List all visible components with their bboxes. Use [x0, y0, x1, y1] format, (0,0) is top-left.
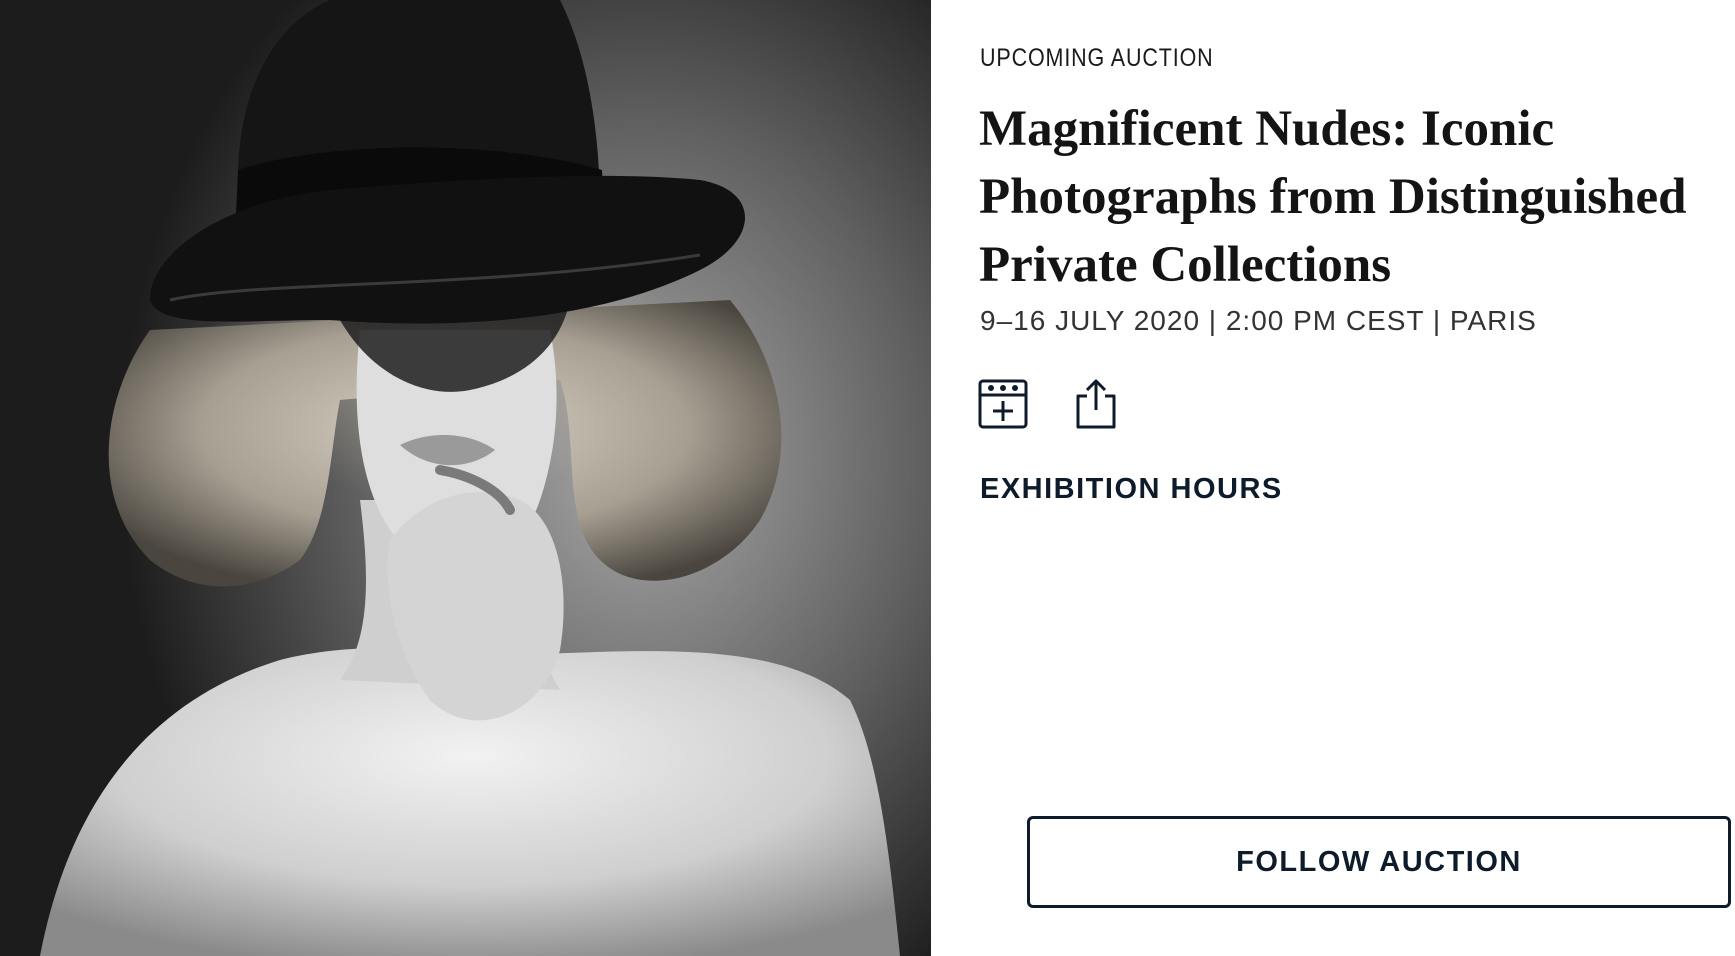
- auction-title: Magnificent Nudes: Iconic Photographs fr…: [979, 101, 1687, 293]
- auction-hero-image: [0, 0, 931, 956]
- exhibition-hours-link[interactable]: EXHIBITION HOURS: [980, 473, 1283, 506]
- auction-status-label: UPCOMING AUCTION: [980, 44, 1214, 72]
- add-to-calendar-button[interactable]: [977, 378, 1029, 430]
- follow-auction-button[interactable]: FOLLOW AUCTION: [1027, 816, 1731, 908]
- hero-photo-illustration: [40, 0, 900, 956]
- share-button[interactable]: [1070, 378, 1122, 430]
- add-to-calendar-icon: [978, 379, 1028, 429]
- auction-date-location: 9–16 JULY 2020 | 2:00 PM CEST | PARIS: [980, 305, 1537, 336]
- share-icon: [1076, 379, 1116, 429]
